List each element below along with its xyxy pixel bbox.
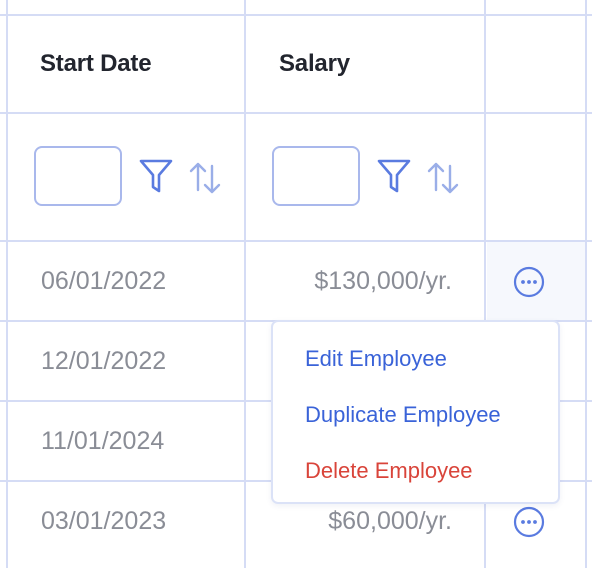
salary-filter-input[interactable] <box>272 146 360 206</box>
column-header-label: Salary <box>279 50 350 77</box>
column-header-label: Start Date <box>40 50 152 77</box>
sort-icon[interactable] <box>426 160 460 196</box>
start-date-cell: 03/01/2023 <box>41 506 167 535</box>
row-actions-menu: Edit Employee Duplicate Employee Delete … <box>271 320 560 504</box>
start-date-cell: 11/01/2024 <box>41 426 165 455</box>
more-horizontal-icon[interactable] <box>513 266 545 298</box>
column-header-start-date[interactable]: Start Date <box>40 16 152 112</box>
filter-icon[interactable] <box>138 158 174 196</box>
start-date-cell: 06/01/2022 <box>41 266 167 295</box>
sort-icon[interactable] <box>188 160 222 196</box>
duplicate-employee-menu-item[interactable]: Duplicate Employee <box>305 402 501 428</box>
grid-line <box>6 0 8 568</box>
start-date-cell: 12/01/2022 <box>41 346 167 375</box>
filter-icon[interactable] <box>376 158 412 196</box>
salary-cell: $130,000/yr. <box>314 266 452 295</box>
grid-line <box>0 112 592 114</box>
edit-employee-menu-item[interactable]: Edit Employee <box>305 346 447 372</box>
grid-line <box>585 0 587 568</box>
start-date-filter-input[interactable] <box>34 146 122 206</box>
delete-employee-menu-item[interactable]: Delete Employee <box>305 458 473 484</box>
column-header-salary[interactable]: Salary <box>279 16 350 112</box>
more-horizontal-icon[interactable] <box>513 506 545 538</box>
